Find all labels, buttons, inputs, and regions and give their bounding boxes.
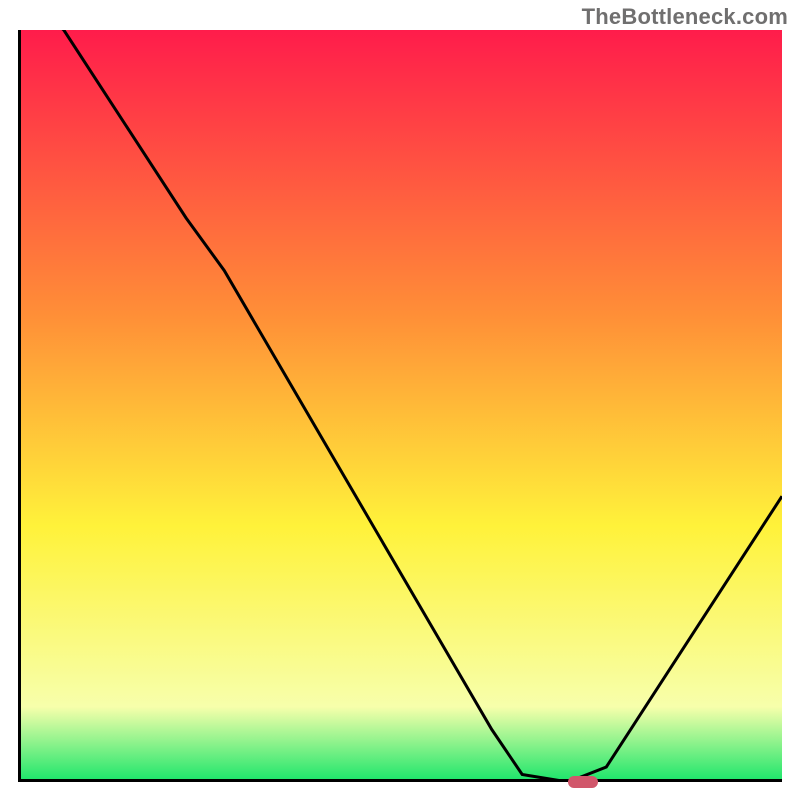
- optimal-marker: [568, 776, 598, 788]
- axes: [18, 30, 782, 782]
- chart-canvas: TheBottleneck.com: [0, 0, 800, 800]
